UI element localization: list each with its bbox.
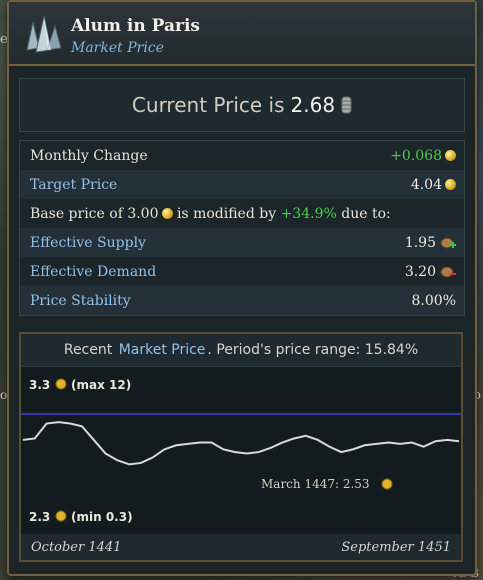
price-series-line xyxy=(22,421,460,466)
chart-header-text: . Period's price range: xyxy=(207,342,361,358)
alum-crystal-icon xyxy=(26,15,62,53)
market-price-tooltip: Alum in Paris Market Price Current Price… xyxy=(7,0,477,576)
x-start-label: October 1441 xyxy=(31,539,122,555)
page-title: Alum in Paris xyxy=(71,16,200,36)
effective-demand-value: 3.20 xyxy=(404,263,436,280)
price-history-chart: Recent Market Price. Period's price rang… xyxy=(19,332,463,562)
base-price-text: Base price of 3.00 xyxy=(30,205,159,222)
chart-plot: 3.3 (max 12) 2.3 (min 0.3) March 1447: 2.53 xyxy=(21,378,461,524)
monthly-change-value: +0.068 xyxy=(390,147,442,164)
base-price-modifier: +34.9% xyxy=(280,205,337,222)
target-price-link[interactable]: Target Price xyxy=(30,177,117,193)
monthly-change-label: Monthly Change xyxy=(30,147,148,164)
base-price-row: Base price of 3.00 is modified by +34.9%… xyxy=(20,199,464,228)
gold-coin-icon xyxy=(55,378,67,390)
chart-header-text: Recent xyxy=(63,342,113,358)
monthly-change-row: Monthly Change +0.068 xyxy=(20,141,464,170)
y-max-note: (max 12) xyxy=(71,378,131,392)
effective-supply-value: 1.95 xyxy=(404,234,436,251)
chart-header: Recent Market Price. Period's price rang… xyxy=(21,334,461,367)
current-price-box: Current Price is 2.68 xyxy=(19,78,465,132)
gold-coin-icon xyxy=(445,179,456,190)
effective-demand-row[interactable]: Effective Demand 3.20 xyxy=(20,257,464,286)
gold-coin-icon xyxy=(55,510,67,522)
target-price-row[interactable]: Target Price 4.04 xyxy=(20,170,464,199)
base-price-text: is modified by xyxy=(176,205,277,222)
y-max-label: 3.3 xyxy=(29,378,50,392)
gold-coin-icon xyxy=(445,150,456,161)
y-min-label: 2.3 xyxy=(29,510,50,524)
gold-coin-icon xyxy=(381,478,393,490)
y-min-note: (min 0.3) xyxy=(71,510,133,524)
tooltip-header: Alum in Paris Market Price xyxy=(9,2,475,66)
effective-supply-row[interactable]: Effective Supply 1.95 xyxy=(20,228,464,257)
target-price-value: 4.04 xyxy=(410,176,442,193)
chart-x-axis: October 1441 September 1451 xyxy=(21,534,461,560)
price-range-value: 15.84% xyxy=(364,342,419,358)
price-stability-link[interactable]: Price Stability xyxy=(30,293,131,309)
market-price-link[interactable]: Market Price xyxy=(119,342,206,358)
page-subtitle: Market Price xyxy=(71,40,164,56)
price-stability-row[interactable]: Price Stability 8.00% xyxy=(20,286,464,315)
current-price-value: 2.68 xyxy=(290,93,336,117)
current-price-label: Current Price is xyxy=(131,93,285,117)
effective-supply-link[interactable]: Effective Supply xyxy=(30,235,146,251)
base-price-text: due to: xyxy=(341,205,391,222)
x-end-label: September 1451 xyxy=(341,539,451,555)
price-breakdown: Monthly Change +0.068 Target Price 4.04 … xyxy=(19,140,465,316)
demand-minus-icon xyxy=(440,266,456,277)
supply-plus-icon xyxy=(440,237,456,248)
gold-coin-icon xyxy=(161,208,173,219)
price-stability-value: 8.00% xyxy=(411,292,456,309)
chart-annotation: March 1447: 2.53 xyxy=(261,477,370,491)
coin-stack-icon xyxy=(341,96,352,114)
effective-demand-link[interactable]: Effective Demand xyxy=(30,264,156,280)
